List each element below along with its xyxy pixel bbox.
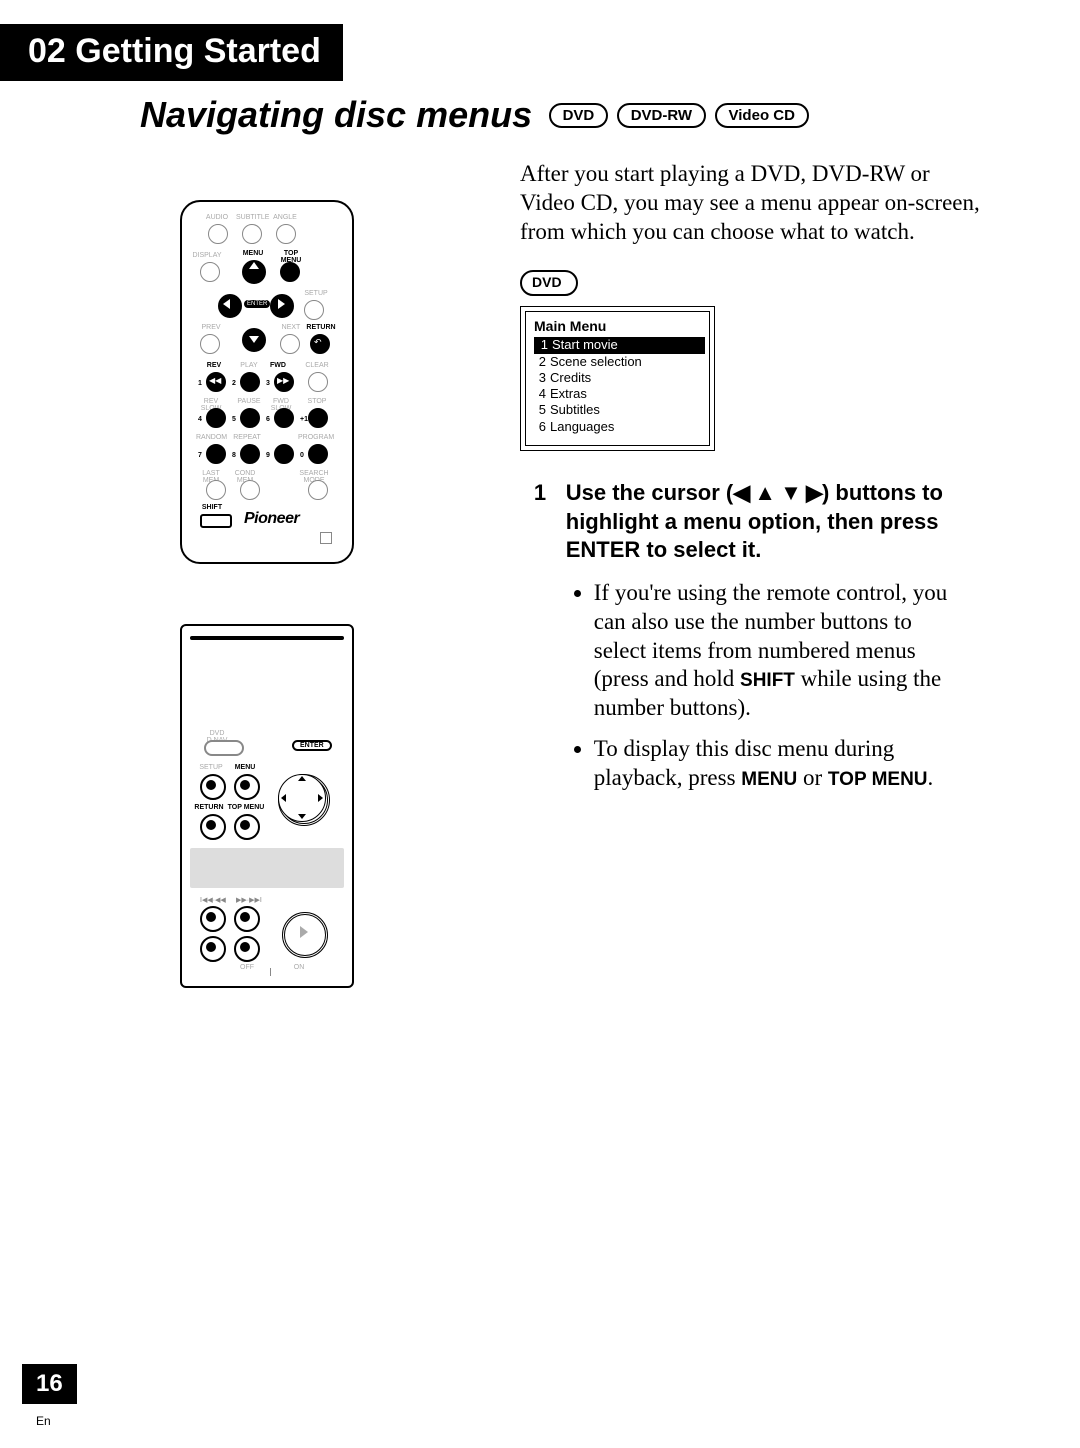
page-number: 16 (22, 1364, 77, 1404)
body-column: After you start playing a DVD, DVD-RW or… (520, 160, 980, 804)
brand-logo: Pioneer (244, 510, 299, 528)
section-heading: Navigating disc menus DVD DVD-RW Video C… (140, 94, 1020, 136)
step-heading: Use the cursor (◀ ▲ ▼ ▶) buttons to high… (566, 480, 943, 563)
page-language: En (36, 1414, 51, 1428)
step-bullet-1: If you're using the remote control, you … (594, 579, 966, 723)
inline-badge-dvd: DVD (520, 270, 578, 296)
step-number: 1 (520, 479, 560, 507)
badge-dvd-rw: DVD-RW (617, 103, 706, 128)
chapter-banner: 02 Getting Started (0, 24, 343, 81)
dvd-main-menu-osd: Main Menu 1Start movie 2Scene selection … (520, 306, 715, 451)
cursor-arrows-icons: ◀ ▲ ▼ ▶ (733, 480, 822, 505)
intro-paragraph: After you start playing a DVD, DVD-RW or… (520, 160, 980, 246)
remote-handheld: AUDIO SUBTITLE ANGLE DISPLAY MENU TOP ME… (180, 200, 354, 564)
step-bullet-2: To display this disc menu during playbac… (594, 735, 966, 793)
remote-front-panel: DVD D.NAV ENTER SETUP MENU RETURN TOP ME… (180, 624, 354, 988)
enter-pill-2: ENTER (292, 740, 332, 751)
enter-pill: ENTER (244, 300, 270, 308)
badge-dvd: DVD (549, 103, 609, 128)
osd-title: Main Menu (534, 318, 701, 336)
section-title: Navigating disc menus (140, 94, 532, 136)
badge-video-cd: Video CD (715, 103, 809, 128)
illustration-column: AUDIO SUBTITLE ANGLE DISPLAY MENU TOP ME… (180, 200, 400, 988)
step-1: 1 Use the cursor (◀ ▲ ▼ ▶) buttons to hi… (520, 479, 980, 805)
